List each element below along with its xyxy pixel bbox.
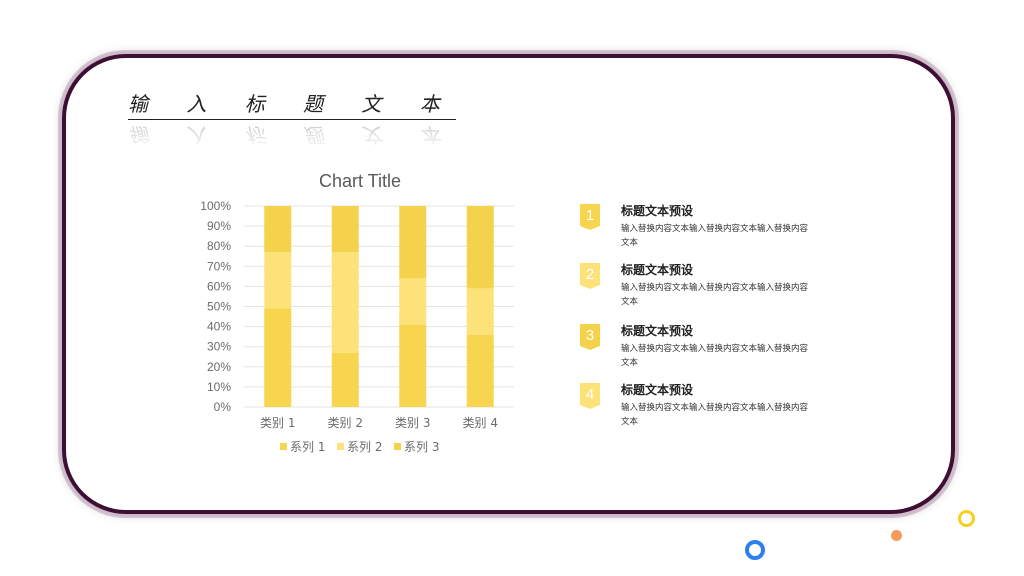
- y-tick-label: 20%: [207, 360, 231, 374]
- bar-segment[interactable]: [466, 288, 494, 335]
- bar-segment[interactable]: [264, 206, 292, 253]
- x-category-label: 类别 4: [463, 416, 498, 430]
- yellow-ring-decoration: [958, 510, 975, 527]
- legend-label: 系列 1: [290, 440, 325, 454]
- x-category-label: 类别 3: [395, 416, 430, 430]
- legend-swatch: [337, 443, 344, 450]
- item-title[interactable]: 标题文本预设: [621, 322, 693, 339]
- number-badge: 4: [580, 383, 600, 409]
- y-tick-label: 40%: [207, 320, 231, 334]
- slide-title[interactable]: 输 入 标 题 文 本: [128, 88, 456, 120]
- legend-label: 系列 2: [347, 440, 382, 454]
- bar-segment[interactable]: [399, 206, 427, 279]
- x-category-label: 类别 2: [328, 416, 363, 430]
- y-tick-label: 50%: [207, 300, 231, 314]
- bar-segment[interactable]: [399, 324, 427, 407]
- stacked-bar-chart[interactable]: Chart Title 0% 10% 20% 30% 40% 50% 60% 70% 80% 90%…: [180, 165, 540, 465]
- item-body[interactable]: 输入替换内容文本输入替换内容文本输入替换内容文本: [621, 342, 811, 370]
- bar-segment[interactable]: [264, 252, 292, 309]
- number-badge: 1: [580, 204, 600, 230]
- y-tick-label: 100%: [200, 199, 231, 213]
- title-block: 输 入 标 题 文 本 输 入 标 题 文 本: [128, 88, 456, 151]
- bar-segment[interactable]: [466, 206, 494, 289]
- item-title[interactable]: 标题文本预设: [621, 202, 693, 219]
- y-tick-label: 60%: [207, 279, 231, 293]
- legend-swatch: [394, 443, 401, 450]
- item-body[interactable]: 输入替换内容文本输入替换内容文本输入替换内容文本: [621, 401, 811, 429]
- badge-number: 4: [585, 386, 595, 403]
- bar-segment[interactable]: [331, 352, 359, 407]
- y-tick-label: 90%: [207, 219, 231, 233]
- y-tick-label: 10%: [207, 380, 231, 394]
- y-tick-label: 80%: [207, 239, 231, 253]
- badge-number: 2: [585, 266, 595, 283]
- chart-svg: Chart Title 0% 10% 20% 30% 40% 50% 60% 70% 80% 90%…: [200, 171, 514, 454]
- slide-title-reflection: 输 入 标 题 文 本: [128, 123, 456, 147]
- orange-dot-decoration: [891, 530, 902, 541]
- number-badge: 2: [580, 263, 600, 289]
- bar-segment[interactable]: [399, 278, 427, 325]
- item-body[interactable]: 输入替换内容文本输入替换内容文本输入替换内容文本: [621, 281, 811, 309]
- item-title[interactable]: 标题文本预设: [621, 261, 693, 278]
- legend-label: 系列 3: [404, 440, 439, 454]
- item-title[interactable]: 标题文本预设: [621, 381, 693, 398]
- y-tick-label: 30%: [207, 340, 231, 354]
- bar-segment[interactable]: [331, 252, 359, 353]
- y-tick-label: 70%: [207, 259, 231, 273]
- y-tick-label: 0%: [214, 400, 232, 414]
- badge-number: 3: [585, 327, 595, 344]
- chart-title: Chart Title: [319, 171, 401, 191]
- blue-ring-decoration: [745, 540, 765, 560]
- bar-segment[interactable]: [331, 206, 359, 253]
- x-category-label: 类别 1: [260, 416, 295, 430]
- item-body[interactable]: 输入替换内容文本输入替换内容文本输入替换内容文本: [621, 222, 811, 250]
- badge-number: 1: [585, 207, 595, 224]
- bar-segment[interactable]: [264, 308, 292, 407]
- bar-segment[interactable]: [466, 334, 494, 407]
- number-badge: 3: [580, 324, 600, 350]
- legend-swatch: [280, 443, 287, 450]
